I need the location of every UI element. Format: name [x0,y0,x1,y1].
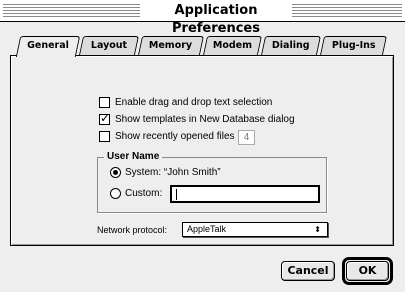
drag-drop-label: Enable drag and drop text selection [115,97,273,108]
drag-drop-checkbox[interactable] [99,97,110,108]
network-protocol-popup[interactable]: AppleTalk ⬍ [182,222,328,237]
window-title: Application Preferences [140,2,292,36]
title-bar[interactable]: Application Preferences [0,0,405,36]
tab-plug-ins[interactable]: Plug-Ins [319,36,388,55]
system-name-radio[interactable] [110,167,121,178]
preferences-window: Application Preferences General Layout M… [0,0,405,292]
custom-name-option[interactable]: Custom: [110,187,170,201]
system-name-label: System: “John Smith” [125,167,221,178]
ok-button[interactable]: OK [346,261,389,281]
text-caret [176,189,177,200]
recent-files-label: Show recently opened files : [115,131,241,142]
show-templates-checkbox[interactable] [99,111,110,125]
custom-name-field[interactable] [170,185,320,203]
system-name-option[interactable]: System: “John Smith” [110,166,290,180]
tab-dialing[interactable]: Dialing [260,36,322,55]
tab-modem[interactable]: Modem [202,36,263,55]
title-bar-stripes-left [3,4,140,17]
network-protocol-label: Network protocol: [97,225,168,235]
show-templates-label: Show templates in New Database dialog [115,114,295,125]
title-bar-stripes-right [292,4,402,17]
recent-files-checkbox[interactable] [99,131,110,142]
recent-files-count-input[interactable]: 4 [238,130,255,145]
tab-layout[interactable]: Layout [78,36,140,55]
cancel-button[interactable]: Cancel [281,261,335,281]
tab-general[interactable]: General [15,36,81,57]
popup-arrows-icon: ⬍ [314,225,321,234]
option-show-templates[interactable]: Show templates in New Database dialog [99,111,329,127]
user-name-group-title: User Name [104,151,163,163]
custom-name-radio[interactable] [110,188,121,199]
tab-memory[interactable]: Memory [137,36,205,55]
option-drag-drop[interactable]: Enable drag and drop text selection [99,96,319,110]
network-protocol-value: AppleTalk [187,224,227,234]
custom-name-label: Custom: [125,188,163,199]
tab-panel-general [10,55,394,246]
